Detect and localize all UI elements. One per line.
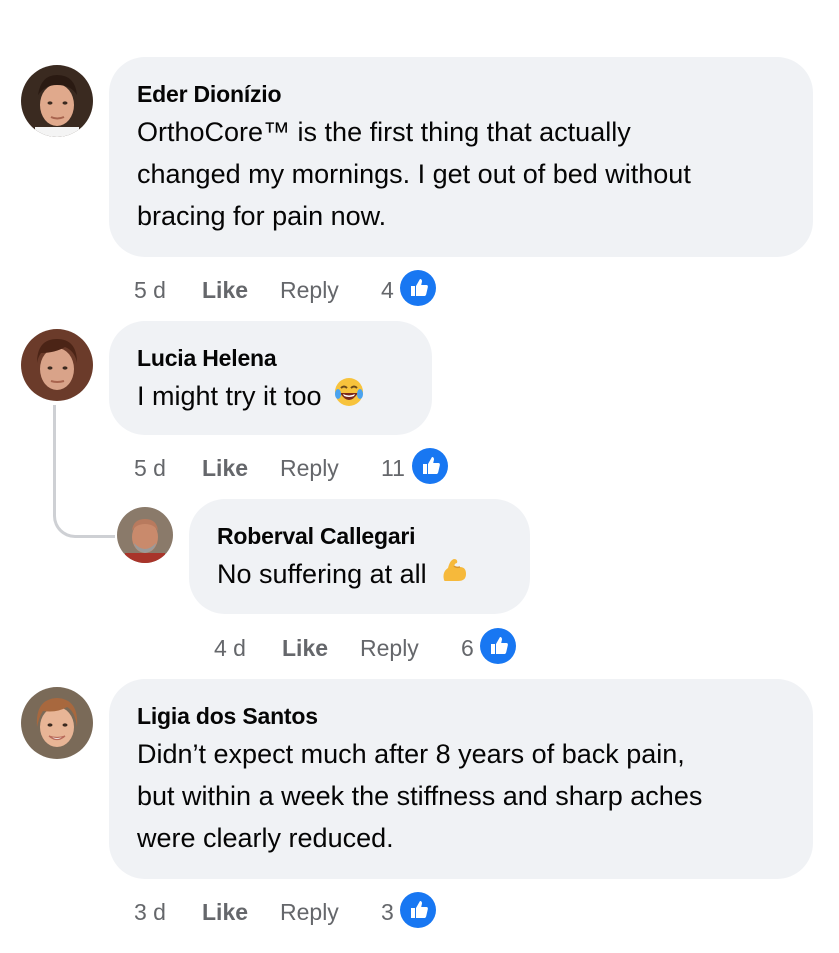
reaction-count[interactable]: 4	[381, 270, 394, 310]
like-button[interactable]: Like	[202, 448, 248, 488]
reaction-count[interactable]: 11	[381, 448, 405, 488]
like-button[interactable]: Like	[202, 270, 248, 310]
comment-text-line: Didn’t expect much after 8 years of back…	[137, 739, 685, 769]
thumbs-up-icon[interactable]	[412, 448, 448, 484]
thumbs-up-icon[interactable]	[400, 892, 436, 928]
comment-timestamp[interactable]: 4 d	[214, 628, 246, 668]
comment-timestamp[interactable]: 5 d	[134, 270, 166, 310]
comment-actions: 4 d Like Reply 6	[214, 628, 534, 668]
comment-text-line: OrthoCore™ is the first thing that actua…	[137, 117, 631, 147]
comment-author[interactable]: Ligia dos Santos	[137, 703, 318, 730]
reply-bubble: Roberval Callegari No suffering at all	[189, 499, 530, 614]
comment-timestamp[interactable]: 5 d	[134, 448, 166, 488]
thumbs-up-icon[interactable]	[480, 628, 516, 664]
comment-text-line: bracing for pain now.	[137, 201, 387, 231]
like-button[interactable]: Like	[202, 892, 248, 932]
comment-text-line: were clearly reduced.	[137, 823, 394, 853]
comment-bubble: Eder Dionízio OrthoCore™ is the first th…	[109, 57, 813, 257]
comment-author[interactable]: Eder Dionízio	[137, 81, 282, 108]
avatar-roberval[interactable]	[117, 507, 173, 563]
reply-button[interactable]: Reply	[280, 270, 339, 310]
comment-actions: 5 d Like Reply 11	[134, 448, 464, 488]
thumbs-up-icon[interactable]	[400, 270, 436, 306]
comment-actions: 5 d Like Reply 4	[134, 270, 454, 310]
comment-text: OrthoCore™ is the first thing that actua…	[137, 111, 691, 237]
comment-bubble: Lucia Helena I might try it too	[109, 321, 432, 435]
reaction-count[interactable]: 3	[381, 892, 394, 932]
flexed-biceps-emoji-icon	[438, 554, 470, 598]
reply-button[interactable]: Reply	[280, 892, 339, 932]
comment-author[interactable]: Roberval Callegari	[217, 523, 416, 550]
comment-text-line: changed my mornings. I get out of bed wi…	[137, 159, 691, 189]
comment-actions: 3 d Like Reply 3	[134, 892, 454, 932]
comment-text-line: but within a week the stiffness and shar…	[137, 781, 703, 811]
reply-thread-connector	[53, 405, 115, 538]
reaction-count[interactable]: 6	[461, 628, 474, 668]
comment-text: I might try it too	[137, 375, 365, 420]
avatar-eder[interactable]	[21, 65, 93, 137]
avatar-ligia[interactable]	[21, 687, 93, 759]
comment-text-content: I might try it too	[137, 381, 322, 411]
comment-bubble: Ligia dos Santos Didn’t expect much afte…	[109, 679, 813, 879]
reply-button[interactable]: Reply	[280, 448, 339, 488]
like-button[interactable]: Like	[282, 628, 328, 668]
laughing-tears-emoji-icon	[333, 376, 365, 420]
reply-button[interactable]: Reply	[360, 628, 419, 668]
comment-text: No suffering at all	[217, 553, 470, 598]
comment-text-content: No suffering at all	[217, 559, 427, 589]
comment-timestamp[interactable]: 3 d	[134, 892, 166, 932]
comment-author[interactable]: Lucia Helena	[137, 345, 277, 372]
avatar-lucia[interactable]	[21, 329, 93, 401]
comment-text: Didn’t expect much after 8 years of back…	[137, 733, 702, 859]
